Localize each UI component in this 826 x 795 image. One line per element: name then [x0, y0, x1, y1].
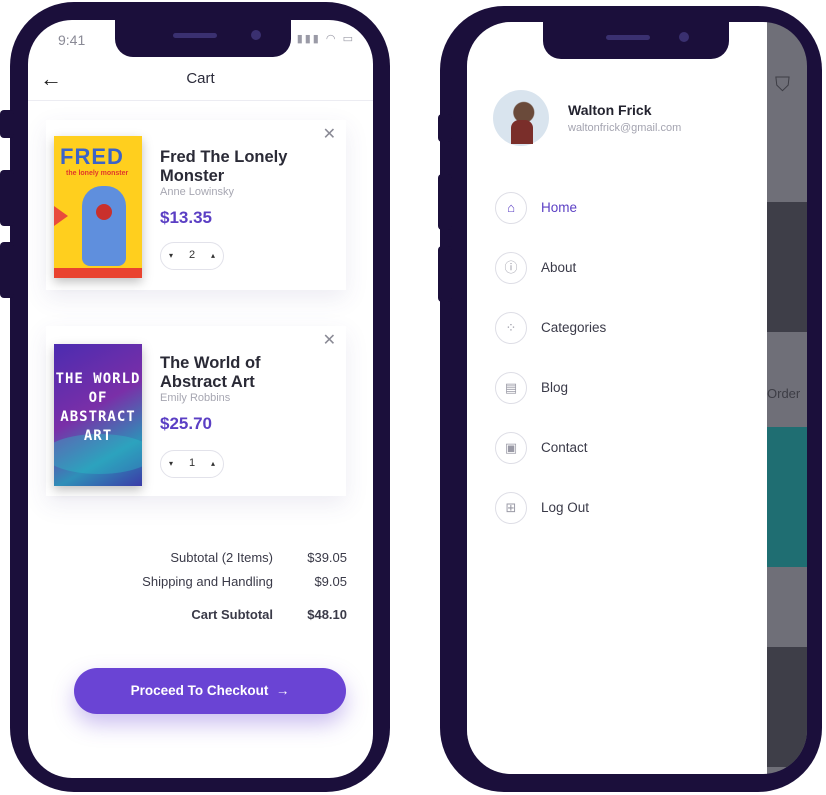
cart-screen: 9:41 ▮▮▮ ◠ ▭ ← Cart ✕ FRED the lonely mo… [28, 20, 373, 778]
volume-up-button [0, 170, 14, 226]
menu-item-label: About [541, 260, 577, 275]
menu-item-label: Home [541, 200, 578, 215]
checkout-label: Proceed To Checkout [130, 683, 269, 698]
shopping-bag-icon: ⛉ [775, 74, 790, 96]
cart-item: ✕ FRED the lonely monster Fred The Lonel… [46, 120, 346, 290]
remove-item-close-icon[interactable]: ✕ [323, 330, 336, 350]
quantity-value: 1 [189, 457, 196, 469]
book-title[interactable]: Fred The Lonely Monster [160, 148, 310, 186]
background-image [767, 647, 807, 767]
home-icon: ⌂ [495, 192, 527, 224]
wifi-icon: ◠ [325, 33, 338, 45]
book-price: $13.35 [160, 208, 212, 227]
dimmed-background-page[interactable]: ⛉ Order [767, 22, 807, 774]
increase-quantity-button[interactable]: ▴ [211, 251, 215, 260]
blog-icon: ▤ [495, 372, 527, 404]
profile-name: Walton Frick [568, 102, 652, 118]
subtotal-label: Subtotal (2 Items) [170, 550, 273, 565]
signal-icon: ▮▮▮ [296, 33, 321, 45]
avatar[interactable] [493, 90, 549, 146]
book-author: Emily Robbins [160, 392, 231, 404]
menu-item-label: Blog [541, 380, 569, 395]
logout-icon: ⊞ [495, 492, 527, 524]
cover-title: THE WORLD OF ABSTRACT ART [55, 371, 141, 444]
proceed-to-checkout-button[interactable]: Proceed To Checkout → [74, 668, 346, 714]
background-image [767, 202, 807, 332]
phone-frame-cart: 9:41 ▮▮▮ ◠ ▭ ← Cart ✕ FRED the lonely mo… [0, 2, 390, 792]
cart-subtotal-label: Cart Subtotal [191, 607, 273, 622]
menu-item-blog[interactable]: ▤ Blog [495, 372, 735, 406]
menu-item-log-out[interactable]: ⊞ Log Out [495, 492, 735, 526]
book-price: $25.70 [160, 414, 212, 433]
status-time: 9:41 [58, 32, 86, 48]
volume-down-button [0, 242, 14, 298]
cover-decoration [54, 206, 68, 226]
menu-item-categories[interactable]: ⁘ Categories [495, 312, 735, 346]
menu-item-home[interactable]: ⌂ Home [495, 192, 735, 226]
increase-quantity-button[interactable]: ▴ [211, 459, 215, 468]
book-cover-image: THE WORLD OF ABSTRACT ART [54, 344, 142, 486]
battery-icon: ▭ [342, 33, 355, 45]
cover-monster-mouth [96, 204, 112, 220]
quantity-value: 2 [189, 249, 196, 261]
cover-title: FRED [60, 144, 124, 169]
quantity-stepper: ▾ 2 ▴ [160, 242, 224, 270]
cover-band [54, 268, 142, 278]
status-icons: ▮▮▮ ◠ ▭ [297, 32, 355, 45]
contact-icon: ▣ [495, 432, 527, 464]
book-author: Anne Lowinsky [160, 186, 234, 198]
remove-item-close-icon[interactable]: ✕ [323, 124, 336, 144]
navigation-drawer: Walton Frick waltonfrick@gmail.com ⌂ Hom… [467, 22, 767, 774]
camera-icon [251, 30, 261, 40]
page-title: Cart [186, 70, 215, 87]
background-image [767, 427, 807, 567]
volume-up-button [438, 174, 452, 230]
menu-item-about[interactable]: ⓘ About [495, 252, 735, 286]
notch [115, 20, 291, 57]
shipping-value: $9.05 [314, 574, 347, 589]
subtotal-value: $39.05 [307, 550, 347, 565]
profile-email: waltonfrick@gmail.com [568, 122, 682, 134]
shipping-label: Shipping and Handling [142, 574, 273, 589]
cover-subtitle: the lonely monster [66, 170, 129, 177]
book-cover-image: FRED the lonely monster [54, 136, 142, 278]
menu-screen: ⛉ Order Walton Frick waltonfrick@gmail.c… [467, 22, 807, 774]
quantity-stepper: ▾ 1 ▴ [160, 450, 224, 478]
book-title[interactable]: The World of Abstract Art [160, 354, 310, 392]
mute-switch [438, 114, 452, 142]
info-icon: ⓘ [495, 252, 527, 284]
background-order-text: Order [767, 386, 801, 401]
volume-down-button [438, 246, 452, 302]
arrow-right-icon: → [272, 683, 290, 698]
categories-icon: ⁘ [495, 312, 527, 344]
cart-item: ✕ THE WORLD OF ABSTRACT ART The World of… [46, 326, 346, 496]
app-header: ← Cart [28, 60, 373, 101]
phone-frame-menu: ⛉ Order Walton Frick waltonfrick@gmail.c… [438, 6, 822, 792]
mute-switch [0, 110, 14, 138]
menu-item-contact[interactable]: ▣ Contact [495, 432, 735, 466]
speaker-grille [606, 35, 650, 40]
speaker-grille [173, 33, 217, 38]
cover-monster-illustration [82, 186, 126, 266]
decrease-quantity-button[interactable]: ▾ [169, 459, 173, 468]
menu-item-label: Log Out [541, 500, 590, 515]
menu-item-label: Contact [541, 440, 588, 455]
camera-icon [679, 32, 689, 42]
cart-subtotal-value: $48.10 [307, 607, 347, 622]
menu-item-label: Categories [541, 320, 607, 335]
notch [543, 22, 729, 59]
decrease-quantity-button[interactable]: ▾ [169, 251, 173, 260]
